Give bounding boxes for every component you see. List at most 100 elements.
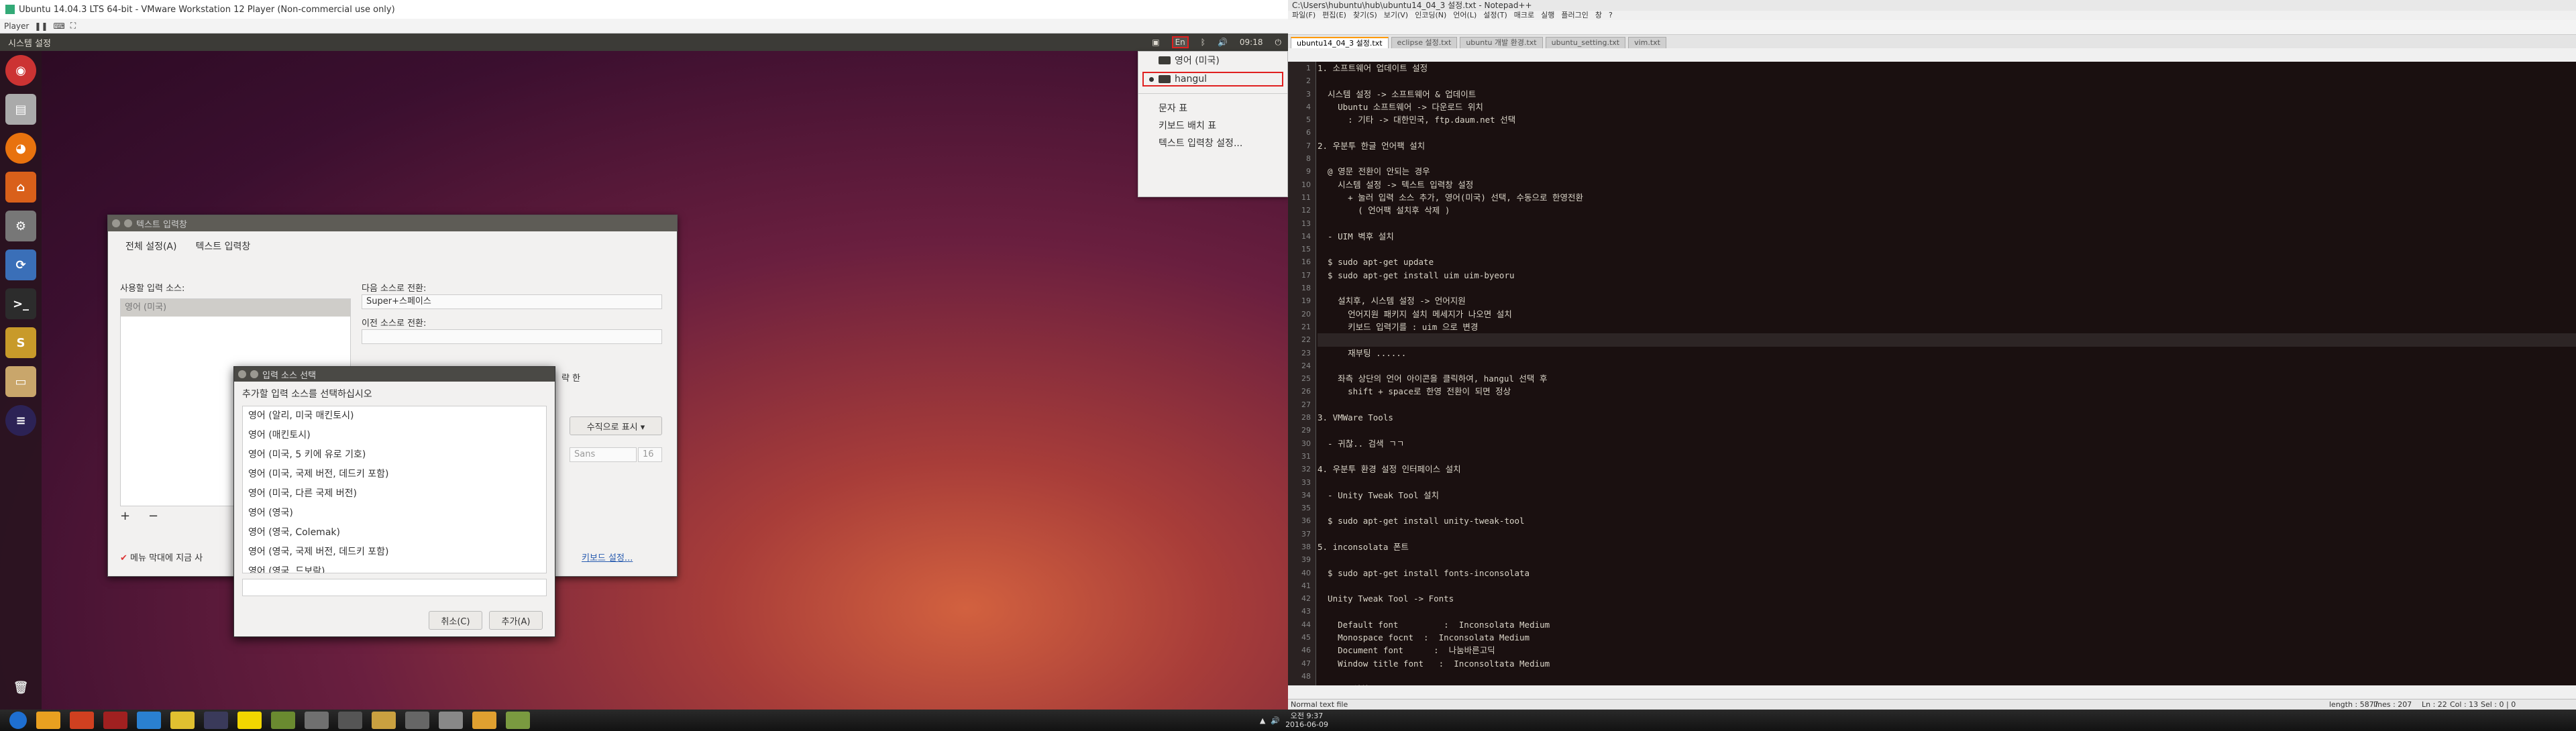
minimize-icon[interactable] (250, 370, 258, 378)
code-line[interactable]: 12 ( 언어팩 설치후 삭제 ) (1301, 204, 2576, 217)
menu-settings[interactable]: 설정(T) (1483, 11, 1507, 20)
code-line[interactable]: 15 (1301, 243, 2576, 256)
code-line[interactable]: 21 키보드 입력기를 : uim 으로 변경 (1301, 321, 2576, 333)
chrome-icon[interactable] (170, 712, 195, 729)
code-line[interactable]: 10 시스템 설정 -> 텍스트 입력창 설정 (1301, 178, 2576, 191)
tray-arrow-icon[interactable]: ▲ (1260, 716, 1265, 725)
code-line[interactable]: 38 5. inconsolata 폰트 (1301, 541, 2576, 553)
menu-item-english[interactable]: 영어 (미국) (1138, 52, 1287, 69)
list-item[interactable]: 영어 (영국) (243, 504, 546, 523)
code-line[interactable]: 6 (1306, 126, 2576, 139)
list-item[interactable]: 영어 (영국, 드보락) (243, 562, 546, 573)
code-line[interactable]: 40 $ sudo apt-get install fonts-inconsol… (1301, 567, 2576, 579)
close-icon[interactable] (112, 219, 120, 227)
code-line[interactable]: 22 (1301, 333, 2576, 347)
code-line[interactable]: 44 Default font : Inconsolata Medium (1301, 618, 2576, 631)
app-icon[interactable] (271, 712, 295, 729)
player-menu[interactable]: Player (4, 21, 29, 31)
menu-macro[interactable]: 매크로 (1514, 11, 1534, 20)
list-item[interactable]: 영어 (미국, 국제 버전, 데드키 포함) (243, 465, 546, 484)
code-line[interactable]: 32 4. 우분투 환경 설정 인터페이스 설치 (1301, 463, 2576, 475)
menu-item-keyboard-layout[interactable]: 키보드 배치 표 (1138, 117, 1287, 134)
menu-edit[interactable]: 편집(E) (1322, 11, 1346, 20)
code-line[interactable]: 34 - Unity Tweak Tool 설치 (1301, 489, 2576, 502)
menu-search[interactable]: 찾기(S) (1353, 11, 1377, 20)
menu-item-char-map[interactable]: 문자 표 (1138, 99, 1287, 117)
menu-window[interactable]: 창 (1595, 11, 1602, 20)
bluetooth-icon[interactable]: ᛒ (1201, 38, 1205, 47)
system-settings-icon[interactable]: ⚙ (5, 211, 36, 241)
tab-file-5[interactable]: vim.txt (1628, 37, 1666, 48)
code-line[interactable]: 5 : 기타 -> 대한민국, ftp.daum.net 선택 (1306, 113, 2576, 126)
code-line[interactable]: 43 (1301, 605, 2576, 618)
code-line[interactable]: 42 Unity Tweak Tool -> Fonts (1301, 592, 2576, 605)
code-line[interactable]: 17 $ sudo apt-get install uim uim-byeoru (1301, 269, 2576, 282)
font-size-field[interactable]: 16 (638, 447, 662, 462)
code-line[interactable]: 25 좌측 상단의 언어 아이콘을 클릭하여, hangul 선택 후 (1301, 372, 2576, 385)
list-item[interactable]: 영어 (영국, 국제 버전, 데드키 포함) (243, 543, 546, 562)
send-ctrl-alt-del-icon[interactable]: ⌨ (53, 21, 64, 31)
code-line[interactable]: 39 (1301, 553, 2576, 566)
code-line[interactable]: 37 (1301, 528, 2576, 541)
start-icon[interactable] (9, 712, 27, 729)
menu-plugins[interactable]: 플러그인 (1561, 11, 1588, 20)
code-line[interactable]: 30 - 귀찮.. 검색 ㄱㄱ (1301, 437, 2576, 450)
code-line[interactable]: 29 (1301, 424, 2576, 437)
network-icon[interactable]: ▣ (1152, 38, 1159, 47)
code-line[interactable]: 11 + 눌러 입력 소스 추가, 영어(미국) 선택, 수동으로 한영전환 (1301, 191, 2576, 204)
language-list[interactable]: 영어 (알리, 미국 매킨토시) 영어 (매킨토시) 영어 (미국, 5 키에 … (242, 406, 547, 573)
dash-icon[interactable]: ◉ (5, 55, 36, 86)
menu-item-hangul[interactable]: hangul (1141, 70, 1285, 88)
app-icon[interactable] (70, 712, 94, 729)
code-text[interactable]: 1 1. 소프트웨어 업데이트 설정 2 3 시스템 설정 -> 소프트웨어 & 업데… (1301, 62, 2576, 685)
code-line[interactable]: 23 재부팅 ...... (1301, 347, 2576, 359)
tab-file-2[interactable]: eclipse 설정.txt (1391, 37, 1458, 48)
add-source-button[interactable]: + (120, 509, 130, 523)
code-line[interactable]: 2 (1306, 74, 2576, 87)
tools-icon[interactable] (338, 712, 362, 729)
menu-view[interactable]: 보기(V) (1384, 11, 1408, 20)
code-line[interactable]: 27 (1301, 398, 2576, 411)
pause-icon[interactable]: ❚❚ (34, 21, 48, 31)
sound-icon[interactable]: 🔊 (1218, 38, 1228, 47)
minimize-icon[interactable] (124, 219, 132, 227)
remove-source-button[interactable]: − (148, 509, 158, 523)
kakaotalk-icon[interactable] (237, 712, 262, 729)
code-line[interactable]: 7 2. 우분투 한글 언어팩 설치 (1306, 139, 2576, 152)
code-line[interactable]: 45 Monospace focnt : Inconsolata Medium (1301, 631, 2576, 644)
menu-run[interactable]: 실행 (1541, 11, 1554, 20)
terminal-icon[interactable]: >_ (5, 288, 36, 319)
menu-language[interactable]: 언어(L) (1453, 11, 1477, 20)
code-line[interactable]: 3 시스템 설정 -> 소프트웨어 & 업데이트 (1306, 88, 2576, 101)
code-line[interactable]: 35 (1301, 502, 2576, 514)
code-line[interactable]: 4 Ubuntu 소프트웨어 -> 다운로드 위치 (1306, 101, 2576, 113)
code-line[interactable]: 46 Document font : 나눔바른고딕 (1301, 644, 2576, 657)
list-item[interactable]: 영어 (미국, 다른 국제 버전) (243, 484, 546, 504)
clock[interactable]: 09:18 (1240, 38, 1263, 47)
app-icon[interactable] (305, 712, 329, 729)
files-icon[interactable]: ▤ (5, 94, 36, 125)
code-line[interactable]: 33 (1301, 476, 2576, 489)
tab-file-4[interactable]: ubuntu_setting.txt (1545, 37, 1626, 48)
app-icon[interactable] (103, 712, 127, 729)
code-line[interactable]: 1 1. 소프트웨어 업데이트 설정 (1306, 62, 2576, 74)
app-icon[interactable] (472, 712, 496, 729)
code-line[interactable]: 31 (1301, 450, 2576, 463)
editor-area[interactable]: 1 1. 소프트웨어 업데이트 설정 2 3 시스템 설정 -> 소프트웨어 & 업데… (1288, 62, 2576, 685)
tab-text-entry[interactable]: 텍스트 입력창 (195, 239, 250, 253)
code-line[interactable]: 20 언어지원 패키지 설치 메세지가 나오면 설치 (1301, 308, 2576, 321)
menu-encoding[interactable]: 인코딩(N) (1415, 11, 1446, 20)
search-input[interactable] (242, 579, 547, 596)
list-item[interactable]: 영어 (알리, 미국 매킨토시) (243, 406, 546, 426)
code-line[interactable]: 14 - UIM 벽후 설치 (1301, 230, 2576, 243)
prev-source-shortcut[interactable] (362, 329, 662, 344)
tab-file-3[interactable]: ubuntu 개발 환경.txt (1460, 37, 1543, 48)
orientation-dropdown[interactable]: 수직으로 표시 ▾ (570, 416, 662, 435)
menu-help[interactable]: ? (1609, 11, 1613, 20)
keyboard-settings-link[interactable]: 키보드 설정... (582, 551, 633, 563)
tab-all-settings[interactable]: 전체 설정(A) (125, 239, 176, 253)
close-icon[interactable] (238, 370, 246, 378)
folder-icon[interactable] (372, 712, 396, 729)
code-line[interactable]: 48 (1301, 670, 2576, 683)
code-line[interactable]: 36 $ sudo apt-get install unity-tweak-to… (1301, 514, 2576, 527)
